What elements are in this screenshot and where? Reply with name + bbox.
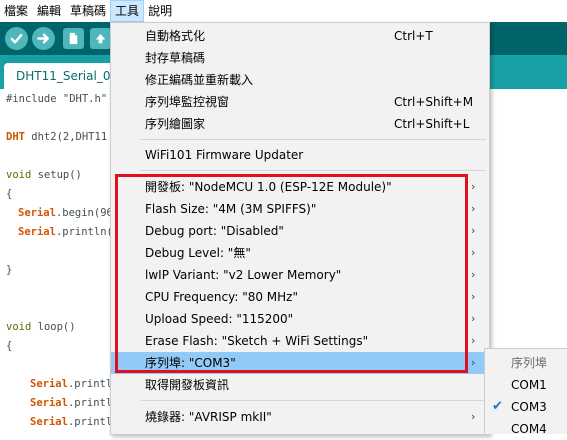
code-line: {: [6, 188, 13, 200]
menu-separator: [141, 400, 486, 401]
new-icon: [69, 32, 78, 45]
menu-tools[interactable]: 工具: [110, 0, 145, 22]
chevron-right-icon: ›: [471, 246, 476, 259]
code-line: Serial.println(": [18, 226, 120, 238]
menu-separator: [141, 139, 486, 140]
code-line: Serial.printl: [30, 397, 113, 409]
menu-item-fix-encoding[interactable]: 修正編碼並重新載入: [111, 69, 489, 91]
menu-item-archive-sketch[interactable]: 封存草稿碼: [111, 47, 489, 69]
menu-item-flash-size[interactable]: Flash Size: "4M (3M SPIFFS)" ›: [111, 198, 489, 220]
menu-item-serial-monitor[interactable]: 序列埠監控視窗 Ctrl+Shift+M: [111, 91, 489, 113]
menu-help[interactable]: 說明: [144, 1, 176, 21]
menu-item-serial-plotter[interactable]: 序列繪圖家 Ctrl+Shift+L: [111, 113, 489, 135]
code-line: Serial.printl: [30, 378, 113, 390]
menu-item-board[interactable]: 開發板: "NodeMCU 1.0 (ESP-12E Module)" ›: [111, 176, 489, 198]
new-sketch-button[interactable]: [63, 28, 84, 49]
code-line: Serial.begin(960: [18, 207, 120, 219]
code-line: DHT dht2(2,DHT11: [6, 131, 108, 143]
menu-separator: [141, 170, 486, 171]
menu-item-debug-port[interactable]: Debug port: "Disabled" ›: [111, 220, 489, 242]
chevron-right-icon: ›: [471, 224, 476, 237]
upload-button[interactable]: [32, 27, 55, 50]
chevron-right-icon: ›: [471, 334, 476, 347]
menu-item-erase-flash[interactable]: Erase Flash: "Sketch + WiFi Settings" ›: [111, 330, 489, 352]
chevron-right-icon: ›: [471, 290, 476, 303]
code-line: {: [6, 340, 13, 352]
menu-item-cpu-frequency[interactable]: CPU Frequency: "80 MHz" ›: [111, 286, 489, 308]
port-item-com4[interactable]: COM4: [485, 418, 567, 440]
menu-item-wifi101-updater[interactable]: WiFi101 Firmware Updater: [111, 144, 489, 166]
menu-item-port[interactable]: 序列埠: "COM3" ›: [111, 352, 489, 374]
code-line: void setup(): [6, 169, 82, 181]
upload-icon: [37, 33, 49, 44]
port-submenu-header: 序列埠: [511, 356, 548, 370]
port-submenu: 序列埠 COM1 ✔ COM3 COM4: [484, 348, 567, 436]
menu-item-upload-speed[interactable]: Upload Speed: "115200" ›: [111, 308, 489, 330]
verify-button[interactable]: [5, 27, 28, 50]
chevron-right-icon: ›: [471, 356, 476, 369]
open-icon: [95, 33, 106, 44]
port-item-com3[interactable]: ✔ COM3: [485, 396, 567, 418]
chevron-right-icon: ›: [471, 180, 476, 193]
menu-item-debug-level[interactable]: Debug Level: "無" ›: [111, 242, 489, 264]
menu-item-lwip-variant[interactable]: lwIP Variant: "v2 Lower Memory" ›: [111, 264, 489, 286]
code-line: }: [6, 264, 13, 276]
open-sketch-button[interactable]: [90, 28, 111, 49]
menu-item-get-board-info[interactable]: 取得開發板資訊: [111, 374, 489, 396]
verify-icon: [10, 34, 23, 44]
tools-menu: 自動格式化 Ctrl+T 封存草稿碼 修正編碼並重新載入 序列埠監控視窗 Ctrl+…: [110, 22, 490, 435]
port-item-com1[interactable]: COM1: [485, 374, 567, 396]
menu-item-programmer[interactable]: 燒錄器: "AVRISP mkII" ›: [111, 406, 489, 428]
code-line: Serial.printl: [30, 416, 113, 428]
chevron-right-icon: ›: [471, 312, 476, 325]
menu-item-auto-format[interactable]: 自動格式化 Ctrl+T: [111, 25, 489, 47]
chevron-right-icon: ›: [471, 410, 476, 423]
chevron-right-icon: ›: [471, 202, 476, 215]
menu-sketch[interactable]: 草稿碼: [66, 1, 110, 21]
code-line: void loop(): [6, 321, 76, 333]
chevron-right-icon: ›: [471, 268, 476, 281]
menu-file[interactable]: 檔案: [0, 1, 32, 21]
code-line: #include "DHT.h": [6, 93, 108, 105]
menu-edit[interactable]: 編輯: [33, 1, 65, 21]
menu-bar: 檔案 編輯 草稿碼 工具 說明: [0, 0, 567, 22]
checkmark-icon: ✔: [492, 399, 503, 414]
